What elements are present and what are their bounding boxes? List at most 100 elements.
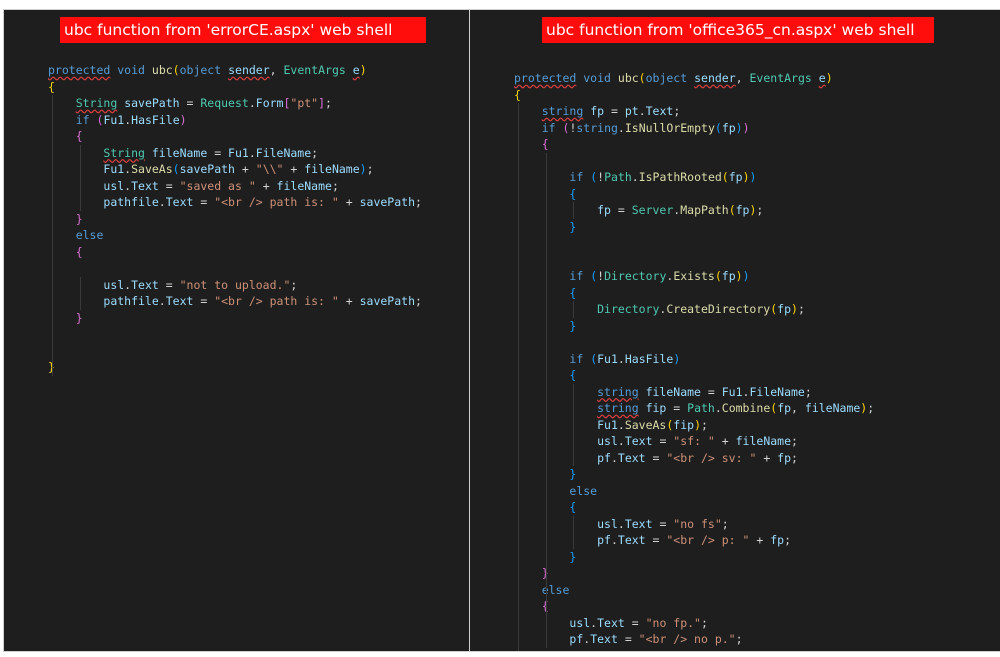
code-token: . bbox=[158, 195, 166, 209]
code-token: fileName bbox=[735, 434, 792, 448]
code-line: pf.Text = "<br /> no p."; bbox=[470, 631, 1000, 648]
code-token: EventArgs bbox=[749, 71, 812, 85]
code-token: if bbox=[569, 269, 584, 283]
code-token: "<br /> p: " bbox=[666, 533, 750, 547]
code-token: = bbox=[666, 401, 688, 415]
code-token: Fu1 bbox=[103, 162, 125, 176]
code-token: Form bbox=[255, 96, 284, 110]
code-token: if bbox=[541, 120, 556, 135]
code-token: } bbox=[75, 211, 83, 226]
code-line: String savePath = Request.Form["pt"]; bbox=[4, 95, 482, 112]
code-token: = bbox=[158, 277, 180, 292]
code-token: = bbox=[604, 104, 625, 118]
code-token: string bbox=[576, 120, 618, 135]
code-line: Fu1.SaveAs(fip); bbox=[470, 417, 1000, 434]
code-token: { bbox=[541, 137, 549, 151]
code-token: string bbox=[597, 384, 639, 399]
code-token: , bbox=[791, 401, 805, 415]
code-line: } bbox=[470, 565, 1000, 582]
code-line: } bbox=[470, 648, 1000, 652]
code-line: { bbox=[470, 499, 1000, 516]
code-token: . bbox=[617, 516, 625, 531]
code-token: fileName bbox=[304, 162, 360, 176]
code-token: } bbox=[569, 318, 577, 333]
code-token: ) bbox=[791, 302, 798, 316]
code-line: else bbox=[4, 227, 482, 244]
code-token: Combine bbox=[721, 401, 771, 415]
code-token: savePath bbox=[179, 162, 235, 176]
code-token: . bbox=[610, 450, 618, 465]
code-token: Text bbox=[590, 632, 618, 646]
code-line: if (Fu1.HasFile) bbox=[470, 351, 1000, 368]
code-line: String fileName = Fu1.FileName; bbox=[4, 145, 482, 162]
code-token: String bbox=[103, 145, 145, 160]
code-token: ( bbox=[728, 203, 736, 217]
code-token: usl bbox=[597, 516, 618, 531]
code-token: ; bbox=[415, 294, 422, 308]
code-token: ( bbox=[638, 71, 646, 85]
code-token: Directory bbox=[604, 269, 667, 283]
code-token: Fu1 bbox=[228, 145, 249, 160]
code-token: if bbox=[569, 351, 584, 366]
indent-guide bbox=[545, 614, 547, 648]
code-token: Path bbox=[604, 170, 632, 184]
code-token: Server bbox=[631, 203, 674, 217]
code-token: fp bbox=[735, 203, 750, 217]
code-line: usl.Text = "no fp."; bbox=[470, 615, 1000, 632]
code-token: fip bbox=[645, 401, 667, 415]
code-line: string fip = Path.Combine(fp, fileName); bbox=[470, 400, 1000, 417]
code-token: = bbox=[207, 145, 229, 160]
code-token: "<br /> path is: " bbox=[214, 294, 339, 308]
indent-guide bbox=[573, 202, 575, 219]
left-code-panel: ubc function from 'errorCE.aspx' web she… bbox=[3, 9, 483, 652]
code-token: = bbox=[617, 632, 639, 646]
code-line: { bbox=[470, 186, 1000, 203]
code-token: HasFile bbox=[624, 351, 674, 366]
code-token: savePath bbox=[124, 96, 180, 110]
code-token: fp bbox=[721, 120, 736, 135]
code-line: protected void ubc(object sender, EventA… bbox=[4, 62, 482, 79]
indent-guide bbox=[79, 144, 81, 211]
code-token: sender bbox=[694, 71, 736, 85]
code-token: pf bbox=[597, 533, 611, 547]
code-token: Path bbox=[687, 401, 715, 415]
code-token: = bbox=[624, 615, 646, 630]
code-line: } bbox=[4, 359, 482, 376]
code-token: . bbox=[617, 120, 625, 135]
code-token: pathfile bbox=[103, 195, 159, 209]
code-token: ; bbox=[721, 516, 729, 531]
code-line: pf.Text = "<br /> p: " + fp; bbox=[470, 532, 1000, 549]
code-line: if (Fu1.HasFile) bbox=[4, 112, 482, 129]
code-token: { bbox=[514, 87, 521, 102]
code-token: Text bbox=[624, 434, 653, 448]
code-token: MapPath bbox=[680, 203, 729, 217]
code-token: fp bbox=[770, 533, 785, 547]
code-token: { bbox=[48, 79, 55, 94]
code-token: ) bbox=[359, 63, 367, 77]
code-token: Text bbox=[165, 294, 194, 308]
code-token: usl bbox=[103, 178, 125, 193]
code-token: ; bbox=[791, 450, 798, 465]
code-line: } bbox=[4, 211, 482, 228]
code-line: pathfile.Text = "<br /> path is: " + sav… bbox=[4, 194, 482, 211]
code-token: usl bbox=[103, 277, 125, 292]
code-token: ) bbox=[742, 170, 750, 184]
code-token: ; bbox=[290, 277, 298, 292]
code-token: = bbox=[193, 195, 215, 209]
code-token: + bbox=[714, 434, 736, 448]
code-token: Text bbox=[165, 195, 194, 209]
code-line: { bbox=[470, 87, 1000, 104]
code-token: ) bbox=[673, 351, 681, 366]
code-token: , bbox=[735, 71, 750, 85]
code-token: . bbox=[617, 434, 625, 448]
code-line: string fp = pt.Text; bbox=[470, 103, 1000, 120]
